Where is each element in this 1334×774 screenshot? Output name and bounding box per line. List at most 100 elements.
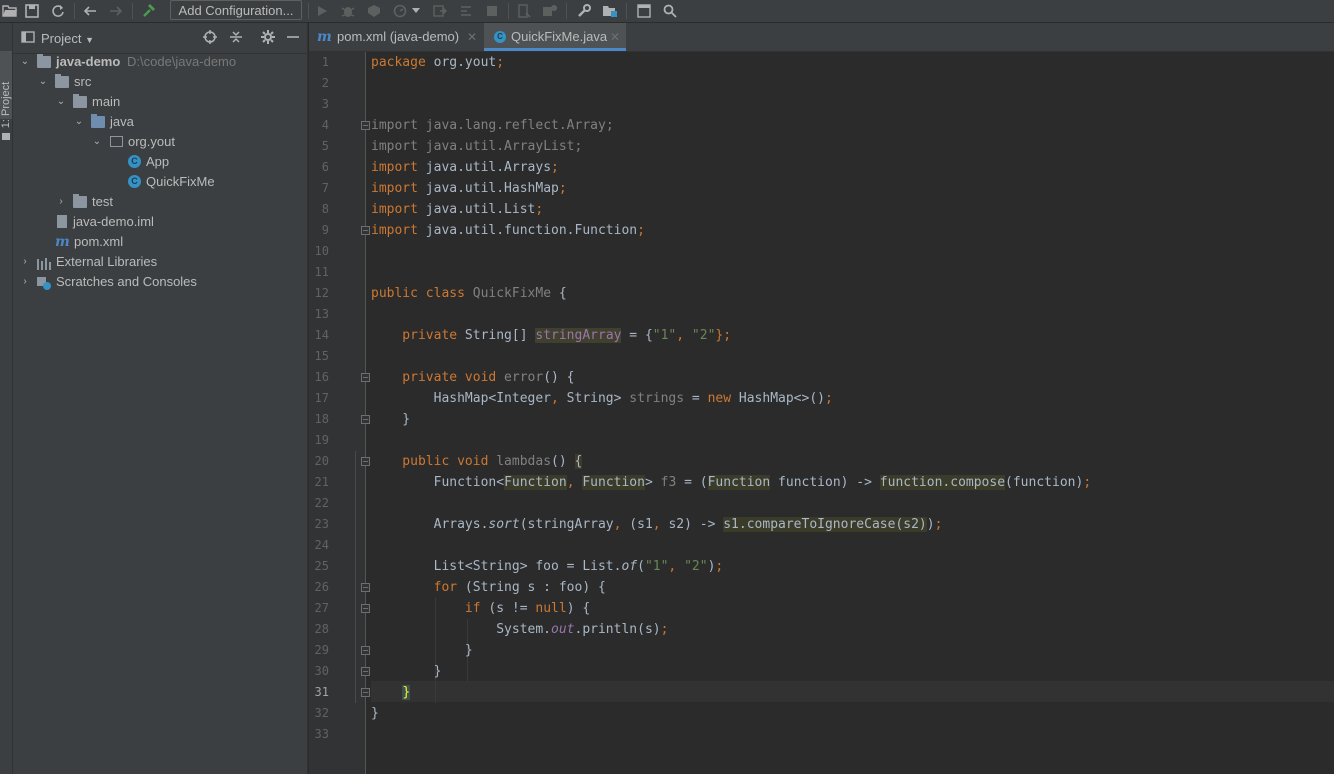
tab-pom-xml[interactable]: m pom.xml (java-demo) ✕ <box>309 23 483 51</box>
line-number: 7 <box>321 181 329 195</box>
code-line-5: import java.util.ArrayList; <box>371 139 583 154</box>
fold-marker-icon[interactable]: − <box>361 583 370 592</box>
frame-icon[interactable] <box>634 1 654 21</box>
dropdown-icon[interactable] <box>410 1 422 21</box>
stop-icon[interactable] <box>482 1 502 21</box>
tab-label: pom.xml (java-demo) <box>337 29 460 44</box>
code-line-21: Function<Function, Function> f3 = (Funct… <box>371 475 1092 490</box>
forward-icon[interactable] <box>106 1 126 21</box>
main-toolbar: Add Configuration... <box>0 0 1334 23</box>
profile-icon[interactable] <box>390 1 410 21</box>
tree-item-main[interactable]: ⌄ main <box>13 92 307 112</box>
line-number: 1 <box>321 55 329 69</box>
tree-item-java[interactable]: ⌄ java <box>13 112 307 132</box>
attach-icon[interactable] <box>430 1 450 21</box>
step-icon[interactable] <box>456 1 476 21</box>
search-icon[interactable] <box>660 1 680 21</box>
project-stripe-label: 1: Project <box>0 81 12 129</box>
collapse-arrow-icon[interactable]: › <box>19 272 31 292</box>
fold-marker-icon[interactable]: − <box>361 121 370 130</box>
code-line-14: private String[] stringArray = {"1", "2"… <box>371 328 732 343</box>
tree-item-test[interactable]: › test <box>13 192 307 212</box>
settings-wrench-icon[interactable] <box>574 1 594 21</box>
project-tool-window-button[interactable]: 1: Project <box>0 51 12 140</box>
sdk-icon[interactable] <box>540 1 560 21</box>
collapse-all-icon[interactable] <box>229 30 243 48</box>
tree-item-scratches[interactable]: › Scratches and Consoles <box>13 272 307 292</box>
expand-arrow-icon[interactable]: ⌄ <box>73 112 85 132</box>
expand-arrow-icon[interactable]: ⌄ <box>55 92 67 112</box>
tree-item-label: App <box>146 154 170 169</box>
project-structure-icon[interactable] <box>600 1 620 21</box>
open-folder-icon[interactable] <box>0 1 20 21</box>
save-icon[interactable] <box>22 1 42 21</box>
device-icon[interactable] <box>514 1 534 21</box>
build-icon[interactable] <box>139 1 159 21</box>
project-view-icon <box>21 30 35 48</box>
line-number: 16 <box>314 370 329 384</box>
line-number: 12 <box>314 286 329 300</box>
line-number: 27 <box>314 601 329 615</box>
tree-item-label: src <box>74 74 92 89</box>
line-number-gutter: 1 2 3 4 5 6 7 8 9 10 11 12 13 14 15 16 1… <box>309 52 370 774</box>
collapse-arrow-icon[interactable]: › <box>19 252 31 272</box>
editor-tab-bar: m pom.xml (java-demo) ✕ C QuickFixMe.jav… <box>309 23 1334 52</box>
line-number: 18 <box>314 412 329 426</box>
code-editor[interactable]: package org.yout; import java.lang.refle… <box>355 52 1334 774</box>
expand-arrow-icon[interactable]: ⌄ <box>19 52 31 72</box>
project-view-dropdown[interactable]: Project ▼ <box>41 31 94 46</box>
source-folder-icon <box>91 114 105 128</box>
fold-marker-icon[interactable]: − <box>361 373 370 382</box>
run-icon[interactable] <box>312 1 332 21</box>
fold-marker-icon[interactable]: − <box>361 688 370 697</box>
libraries-icon <box>37 256 51 270</box>
line-number-current: 31 <box>314 685 329 699</box>
gear-icon[interactable] <box>261 30 275 48</box>
code-line-28: System.out.println(s); <box>371 622 669 637</box>
fold-marker-icon[interactable]: − <box>361 415 370 424</box>
code-line-30: } <box>371 664 442 679</box>
line-number: 2 <box>321 76 329 90</box>
fold-marker-icon[interactable]: − <box>361 604 370 613</box>
locate-icon[interactable] <box>203 30 217 48</box>
back-icon[interactable] <box>80 1 100 21</box>
tree-item-org-yout[interactable]: ⌄ org.yout <box>13 132 307 152</box>
fold-marker-icon[interactable]: − <box>361 646 370 655</box>
expand-arrow-icon[interactable]: ⌄ <box>91 132 103 152</box>
project-view-title: Project <box>41 31 82 46</box>
coverage-icon[interactable] <box>364 1 384 21</box>
tree-item-java-demo-iml[interactable]: java-demo.iml <box>13 212 307 232</box>
tree-item-label: test <box>92 194 113 209</box>
fold-marker-icon[interactable]: − <box>361 667 370 676</box>
code-line-4: import java.lang.reflect.Array; <box>371 118 614 133</box>
line-number: 25 <box>314 559 329 573</box>
fold-marker-icon[interactable]: − <box>361 457 370 466</box>
debug-icon[interactable] <box>338 1 358 21</box>
tree-item-quickfixme[interactable]: C QuickFixMe <box>13 172 307 192</box>
code-line-26: for (String s : foo) { <box>371 580 606 595</box>
tab-quickfixme-java[interactable]: C QuickFixMe.java ✕ <box>484 23 626 51</box>
tree-item-external-libraries[interactable]: › External Libraries <box>13 252 307 272</box>
collapse-arrow-icon[interactable]: › <box>55 192 67 212</box>
code-line-16: private void error() { <box>371 370 575 385</box>
sync-icon[interactable] <box>48 1 68 21</box>
line-number: 6 <box>321 160 329 174</box>
tree-item-pom-xml[interactable]: m pom.xml <box>13 232 307 252</box>
tree-item-label: org.yout <box>128 134 175 149</box>
tree-item-app[interactable]: C App <box>13 152 307 172</box>
add-configuration-button[interactable]: Add Configuration... <box>170 0 302 20</box>
fold-marker-icon[interactable]: − <box>361 226 370 235</box>
module-folder-icon <box>37 54 51 68</box>
line-number: 32 <box>314 706 329 720</box>
tree-item-label: java-demo.iml <box>73 214 154 229</box>
line-number: 30 <box>314 664 329 678</box>
tree-item-java-demo[interactable]: ⌄ java-demo D:\code\java-demo <box>13 52 307 72</box>
close-icon[interactable]: ✕ <box>610 23 620 51</box>
code-line-7: import java.util.HashMap; <box>371 181 567 196</box>
code-line-25: List<String> foo = List.of("1", "2"); <box>371 559 724 574</box>
tree-item-src[interactable]: ⌄ src <box>13 72 307 92</box>
class-icon: C <box>128 155 141 168</box>
close-icon[interactable]: ✕ <box>467 23 477 51</box>
hide-panel-icon[interactable] <box>287 30 299 48</box>
expand-arrow-icon[interactable]: ⌄ <box>37 72 49 92</box>
